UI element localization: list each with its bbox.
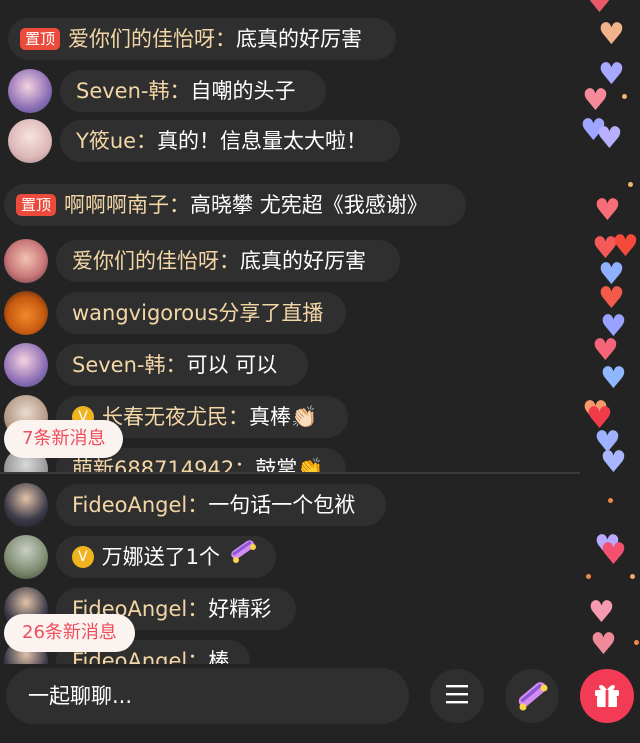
chat-panel-middle: 置顶 啊啊啊南子： 高晓攀 尤宪超《我感谢》 爱你们的佳怡呀： 底真的好厉害 w… bbox=[0, 172, 580, 472]
chat-username[interactable]: Seven-韩： bbox=[72, 344, 187, 386]
avatar-fideo[interactable] bbox=[4, 483, 48, 527]
gift-button[interactable] bbox=[580, 669, 634, 723]
chat-message: 底真的好厉害 bbox=[236, 27, 363, 51]
chat-message: 棒 bbox=[208, 649, 230, 664]
avatar-seven[interactable] bbox=[4, 343, 48, 387]
heart-icon: ♥ bbox=[588, 595, 615, 630]
sparkle-dot bbox=[622, 94, 627, 99]
menu-button[interactable] bbox=[430, 669, 484, 723]
chat-username[interactable]: wangvigorous分享了直播 bbox=[72, 292, 323, 334]
chat-message: 真的！信息量太大啦！ bbox=[157, 129, 368, 153]
new-messages-button[interactable]: 7条新消息 bbox=[4, 420, 124, 458]
sparkle-dot bbox=[628, 182, 633, 187]
chat-bubble[interactable]: wangvigorous分享了直播 bbox=[56, 292, 346, 334]
chat-message: 可以 可以 bbox=[186, 353, 278, 377]
chat-message: 鼓掌👏 bbox=[255, 457, 324, 472]
chat-bubble[interactable]: Seven-韩： 自嘲的头子 bbox=[60, 70, 326, 112]
chat-username[interactable]: 爱你们的佳怡呀： bbox=[72, 240, 240, 282]
heart-icon: ♥ bbox=[590, 627, 617, 662]
pin-badge: 置顶 bbox=[20, 28, 61, 50]
sparkle-dot bbox=[630, 574, 635, 579]
avatar-jiayi[interactable] bbox=[4, 239, 48, 283]
skateboard-icon bbox=[226, 535, 260, 579]
avatar-seven[interactable] bbox=[8, 69, 52, 113]
chat-message: 好精彩 bbox=[208, 597, 272, 621]
menu-icon bbox=[446, 684, 468, 708]
chat-panel-top: 置顶 爱你们的佳怡呀： 底真的好厉害 Seven-韩： 自嘲的头子 Y筱ue： … bbox=[0, 0, 580, 172]
chat-message: 高晓攀 尤宪超《我感谢》 bbox=[190, 193, 428, 217]
heart-icon: ♥ bbox=[600, 445, 627, 480]
chat-panel-bottom: FideoAngel： 一句话一个包袱 V 万娜送了1个 FideoAngel：… bbox=[0, 474, 580, 664]
avatar-wanna[interactable] bbox=[4, 535, 48, 579]
skateboard-icon bbox=[512, 675, 552, 717]
heart-icon: ♥ bbox=[598, 17, 625, 52]
chat-username[interactable]: 爱你们的佳怡呀： bbox=[68, 18, 236, 60]
heart-icon: ♥ bbox=[596, 121, 623, 156]
chat-bubble[interactable]: 置顶 啊啊啊南子： 高晓攀 尤宪超《我感谢》 bbox=[4, 184, 466, 226]
chat-bubble[interactable]: V 万娜送了1个 bbox=[56, 536, 276, 578]
chat-message: 自嘲的头子 bbox=[190, 79, 296, 103]
chat-bubble[interactable]: Seven-韩： 可以 可以 bbox=[56, 344, 308, 386]
chat-message: 一句话一个包袱 bbox=[208, 493, 356, 517]
chat-username[interactable]: Y筱ue： bbox=[76, 120, 157, 162]
chat-username[interactable]: 长春无夜尤民： bbox=[102, 396, 249, 438]
new-messages-button[interactable]: 26条新消息 bbox=[4, 614, 135, 652]
chat-username[interactable]: Seven-韩： bbox=[76, 70, 191, 112]
avatar-yxiaoue[interactable] bbox=[8, 119, 52, 163]
chat-bubble[interactable]: FideoAngel： 一句话一个包袱 bbox=[56, 484, 386, 526]
chat-username[interactable]: 啊啊啊南子： bbox=[64, 184, 190, 226]
heart-icon: ♥ bbox=[600, 361, 627, 396]
chat-input[interactable]: 一起聊聊... bbox=[6, 668, 409, 724]
chat-bubble[interactable]: 置顶 爱你们的佳怡呀： 底真的好厉害 bbox=[8, 18, 396, 60]
heart-icon: ♥ bbox=[586, 0, 613, 20]
heart-icon: ♥ bbox=[582, 83, 609, 118]
chat-message: 真棒👏🏻 bbox=[249, 405, 318, 429]
chat-username[interactable]: FideoAngel： bbox=[72, 484, 208, 526]
heart-icon: ♥ bbox=[594, 193, 621, 228]
chat-bubble[interactable]: 爱你们的佳怡呀： 底真的好厉害 bbox=[56, 240, 400, 282]
chat-bubble[interactable]: Y筱ue： 真的！信息量太大啦！ bbox=[60, 120, 400, 162]
avatar-wangvigorous[interactable] bbox=[4, 291, 48, 335]
vip-badge-icon: V bbox=[72, 546, 94, 568]
gift-icon bbox=[592, 679, 622, 713]
chat-username[interactable]: 万娜送了1个 bbox=[102, 536, 220, 578]
sparkle-dot bbox=[586, 574, 591, 579]
gift-skateboard-button[interactable] bbox=[505, 669, 559, 723]
sparkle-dot bbox=[608, 498, 613, 503]
heart-icon: ♥ bbox=[600, 537, 627, 572]
chat-message: 底真的好厉害 bbox=[240, 249, 366, 273]
sparkle-dot bbox=[634, 640, 639, 645]
floating-hearts: ♥ ♥ ♥ ♥ ♥ ♥ ♥ ♥ ♥ ♥ ♥ ♥ ♥ ♥ ♥ ♥ ♥ ♥ ♥ ♥ … bbox=[578, 0, 640, 668]
pin-badge: 置顶 bbox=[16, 194, 57, 216]
